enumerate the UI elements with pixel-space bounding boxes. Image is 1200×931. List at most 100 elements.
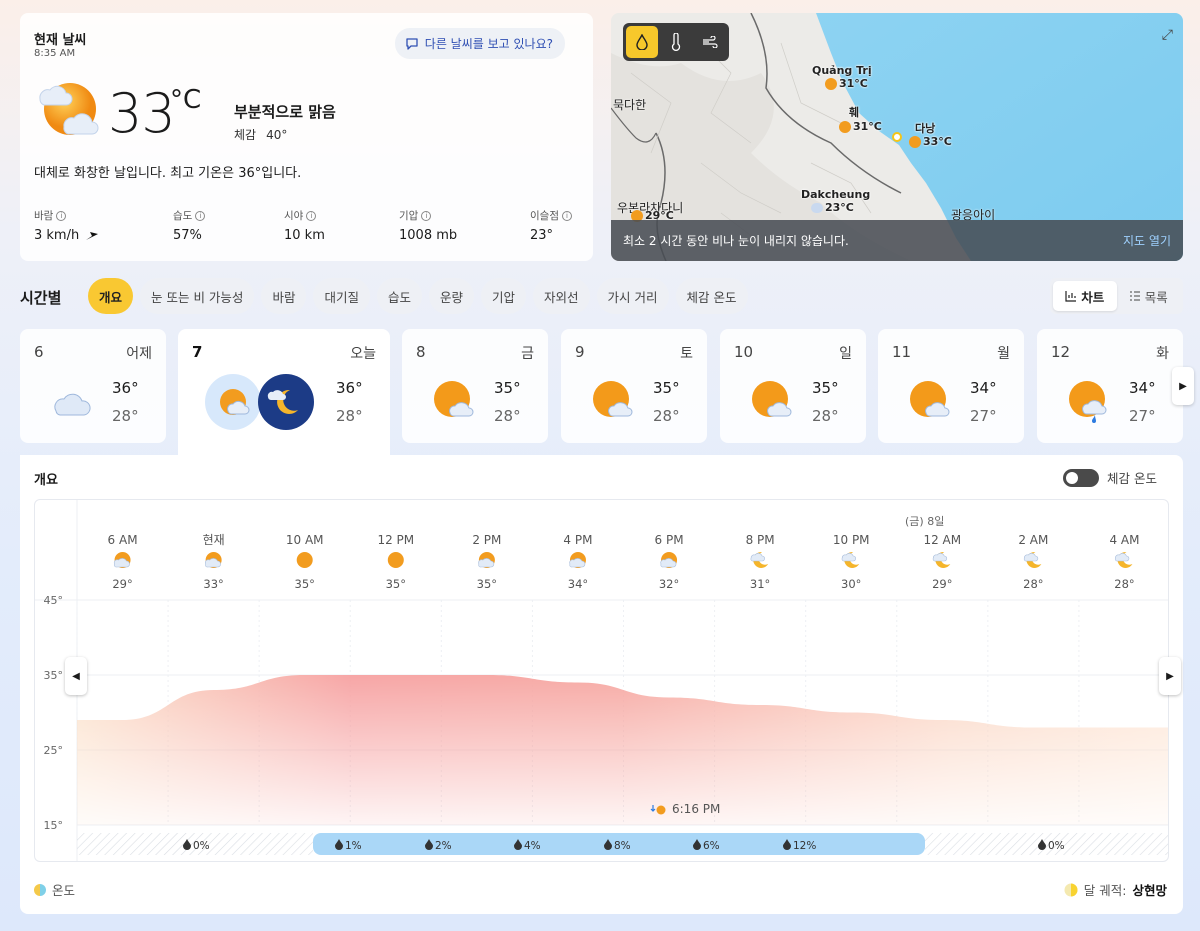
hour-night-icon	[750, 551, 769, 568]
day-card-8[interactable]: 8 금 35° 28°	[402, 329, 548, 443]
chart-prev-button[interactable]: ◀	[65, 657, 87, 695]
metric-pressure: 기압 i 1008 mb	[399, 208, 457, 243]
sunset-marker: 6:16 PM	[650, 802, 720, 816]
feels-like-value: 40°	[266, 128, 288, 142]
hour-temp: 34°	[568, 577, 588, 591]
raindrop-icon[interactable]	[626, 26, 658, 58]
weather-map[interactable]: ⤢ Quảng Trị 31°C 훼 31°C 다낭 33°C Dakcheun…	[611, 13, 1183, 261]
hour-weather-icon	[478, 552, 495, 568]
hour-label: 6 PM	[655, 533, 684, 547]
day-high: 34°	[1129, 379, 1156, 397]
day-card-12[interactable]: 12 화 34° 27°	[1037, 329, 1183, 443]
day-low: 27°	[1129, 407, 1156, 425]
tab-air-quality[interactable]: 대기질	[313, 278, 370, 314]
info-icon[interactable]: i	[561, 210, 572, 221]
chart-next-button[interactable]: ▶	[1159, 657, 1181, 695]
day-high: 35°	[653, 379, 680, 397]
day-number: 6	[34, 343, 44, 361]
metric-dew-point-label: 이슬점	[530, 210, 559, 222]
tab-cloud-cover[interactable]: 운량	[428, 278, 474, 314]
feels-like-toggle[interactable]: 체감 온도	[1063, 468, 1157, 487]
tab-wind[interactable]: 바람	[261, 278, 307, 314]
y-tick-label: 25°	[44, 744, 64, 757]
metric-wind-value: 3 km/h	[34, 228, 80, 243]
moon-phase-icon	[1064, 883, 1078, 896]
feels-like-toggle-label: 체감 온도	[1107, 471, 1157, 486]
hour-weather-icon	[205, 552, 222, 568]
current-time: 8:35 AM	[34, 48, 76, 59]
partly-sunny-icon	[752, 381, 792, 417]
chevron-right-icon: ▶	[1179, 380, 1187, 392]
info-icon[interactable]: i	[421, 210, 432, 221]
wind-icon[interactable]	[694, 26, 726, 58]
partly-sunny-icon	[910, 381, 950, 417]
svg-text:1%: 1%	[345, 840, 362, 852]
wind-direction-icon	[86, 231, 99, 240]
tab-visibility[interactable]: 가시 거리	[596, 278, 669, 314]
other-weather-label: 다른 날씨를 보고 있나요?	[424, 37, 553, 51]
svg-text:2%: 2%	[435, 840, 452, 852]
day-number: 8	[416, 343, 426, 361]
tab-precipitation[interactable]: 눈 또는 비 가능성	[140, 278, 255, 314]
map-label-dakcheung: Dakcheung	[801, 188, 871, 201]
map-temp-quang-tri: 31°C	[825, 77, 868, 90]
metric-humidity-label: 습도	[173, 210, 193, 222]
day-low: 28°	[494, 407, 521, 425]
toggle-switch[interactable]	[1063, 468, 1100, 487]
day-name: 월	[997, 346, 1010, 362]
day-card-9[interactable]: 9 토 35° 28°	[561, 329, 707, 443]
current-condition: 부분적으로 맑음	[234, 103, 336, 121]
day-name: 화	[1156, 346, 1169, 362]
hour-weather-icon	[569, 552, 586, 568]
map-temp-dakcheung: 23°C	[811, 201, 854, 214]
hour-label: 12 AM	[923, 533, 961, 547]
tab-humidity[interactable]: 습도	[376, 278, 422, 314]
current-temperature: 33	[108, 82, 176, 145]
map-label-quang-tri: Quảng Trị	[812, 64, 872, 77]
hour-label: 10 PM	[833, 533, 870, 547]
open-map-link[interactable]: 지도 열기	[1123, 232, 1171, 249]
map-label-da-nang: 다낭	[915, 122, 936, 135]
sunset-time: 6:16 PM	[672, 802, 721, 816]
expand-map-icon[interactable]: ⤢	[1162, 27, 1173, 43]
day-card-11[interactable]: 11 월 34° 27°	[878, 329, 1024, 443]
chat-icon	[406, 37, 418, 50]
map-temp-da-nang: 33°C	[909, 135, 952, 148]
day-name: 일	[839, 346, 852, 362]
day-low: 28°	[653, 407, 680, 425]
metric-pressure-value: 1008 mb	[399, 228, 458, 243]
chart-view-button[interactable]: 차트	[1053, 281, 1117, 311]
day-card-7-today[interactable]: 7 오늘 36° 28°	[178, 329, 390, 464]
day-low: 27°	[970, 407, 997, 425]
other-weather-button[interactable]: 다른 날씨를 보고 있나요?	[394, 28, 565, 59]
hour-temp: 35°	[386, 577, 406, 591]
day-card-6[interactable]: 6 어제 36° 28°	[20, 329, 166, 443]
hour-label: 4 PM	[563, 533, 592, 547]
next-day-label: (금) 8일	[905, 515, 945, 528]
thermometer-icon[interactable]	[660, 26, 692, 58]
hourly-title: 시간별	[20, 289, 62, 307]
day-number: 12	[1051, 343, 1071, 361]
feels-like-label: 체감	[234, 128, 257, 142]
y-tick-label: 45°	[44, 594, 64, 607]
next-days-button[interactable]: ▶	[1172, 367, 1194, 405]
day-number: 10	[734, 343, 754, 361]
svg-text:4%: 4%	[524, 840, 541, 852]
info-icon[interactable]: i	[195, 210, 206, 221]
hour-temp: 35°	[477, 577, 497, 591]
day-low: 28°	[336, 407, 363, 425]
moon-phase-value: 상현망	[1132, 883, 1167, 898]
temperature-area	[77, 675, 1168, 825]
metric-visibility-label: 시야	[284, 210, 304, 222]
tab-overview[interactable]: 개요	[88, 278, 134, 314]
tab-pressure[interactable]: 기압	[481, 278, 527, 314]
info-icon[interactable]: i	[56, 210, 67, 221]
tab-uv[interactable]: 자외선	[533, 278, 590, 314]
day-low: 28°	[812, 407, 839, 425]
tab-feels-like[interactable]: 체감 온도	[675, 278, 748, 314]
day-card-10[interactable]: 10 일 35° 28°	[720, 329, 866, 443]
info-icon[interactable]: i	[306, 210, 317, 221]
list-view-button[interactable]: 목록	[1117, 281, 1181, 311]
current-weather-card: 현재 날씨 8:35 AM 다른 날씨를 보고 있나요? 33 °C 부분적으로…	[20, 13, 593, 261]
hour-label: 12 PM	[377, 533, 414, 547]
